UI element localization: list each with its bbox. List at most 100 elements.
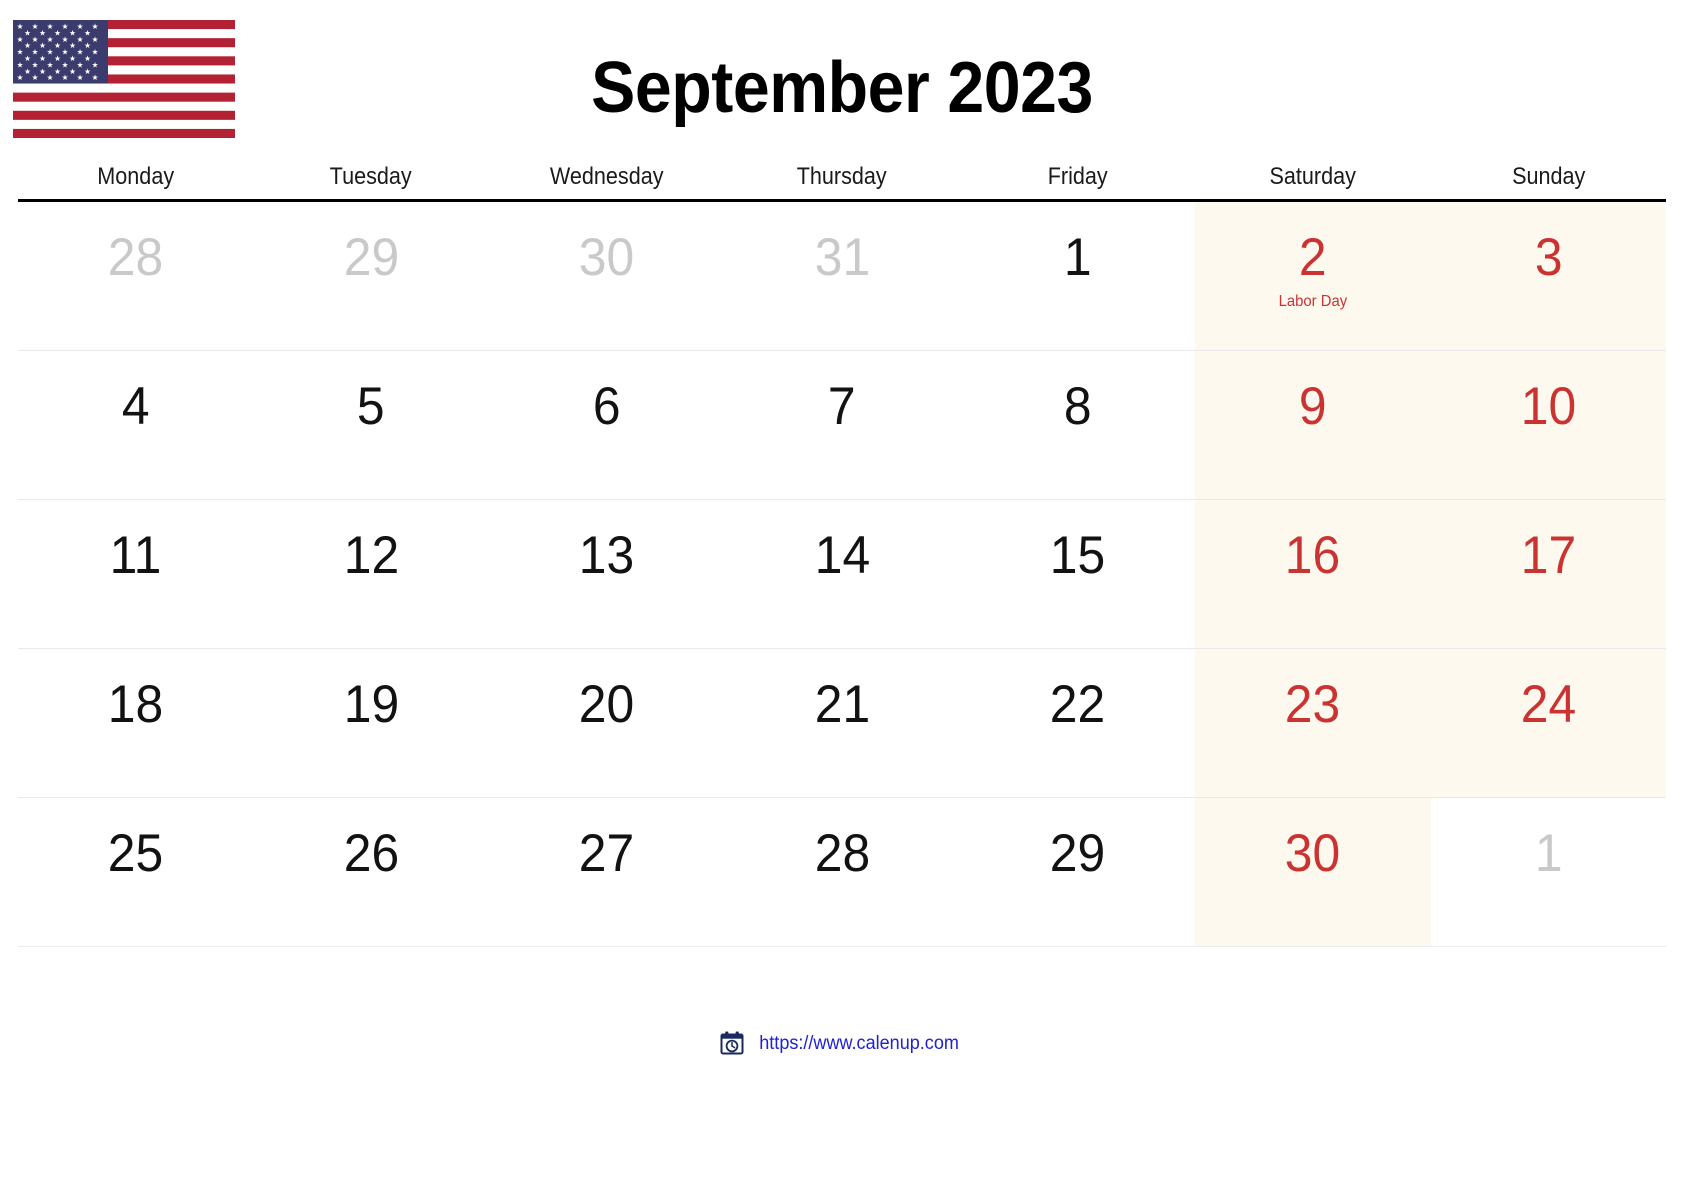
svg-text:★: ★: [24, 41, 31, 50]
svg-text:★: ★: [17, 73, 24, 82]
week-row: 18 19 20 21 22 23 24: [18, 649, 1666, 798]
calendar-page: ★ ★ ★ ★ ★ ★ ★ ★ ★ ★ ★ ★ ★ ★ ★ ★ ★ ★ ★ ★ ★ ★ ★ ★ ★ ★ ★ ★ ★ ★…: [0, 0, 1684, 1191]
day-number: 13: [578, 526, 635, 585]
day-cell[interactable]: 8: [960, 351, 1195, 499]
svg-text:★: ★: [39, 67, 46, 76]
day-number: 21: [814, 675, 870, 734]
weekday-header-wednesday: Wednesday: [549, 163, 664, 190]
weekday-header-monday: Monday: [97, 163, 175, 190]
svg-text:★: ★: [54, 41, 61, 50]
day-cell[interactable]: 6: [489, 351, 724, 499]
day-cell[interactable]: 7: [724, 351, 959, 499]
svg-text:★: ★: [84, 41, 91, 50]
day-number: 29: [1049, 824, 1106, 883]
day-cell[interactable]: 17: [1430, 500, 1666, 648]
weekday-header-tuesday: Tuesday: [330, 163, 413, 190]
day-cell[interactable]: 13: [489, 500, 724, 648]
day-cell[interactable]: 19: [253, 649, 488, 797]
svg-text:★: ★: [47, 22, 54, 31]
holiday-label: Labor Day: [1278, 293, 1348, 311]
day-number: 6: [592, 377, 621, 436]
day-cell[interactable]: 9: [1195, 351, 1431, 499]
svg-text:★: ★: [77, 22, 84, 31]
day-cell[interactable]: 24: [1430, 649, 1666, 797]
day-cell[interactable]: 21: [724, 649, 959, 797]
day-number: 2: [1298, 228, 1327, 287]
day-cell[interactable]: 30: [1195, 798, 1431, 946]
day-cell[interactable]: 20: [489, 649, 724, 797]
day-number: 14: [814, 526, 870, 585]
week-row: 28 29 30 31 1 2 Labor Day 3: [18, 202, 1666, 351]
day-number: 10: [1520, 377, 1576, 436]
day-number: 18: [108, 675, 164, 734]
svg-text:★: ★: [24, 67, 31, 76]
calendar-weeks: 28 29 30 31 1 2 Labor Day 3 4 5 6 7 8 9 10 11 12 13 14 15 16…: [18, 202, 1666, 947]
day-number: 29: [343, 228, 399, 287]
day-number: 8: [1063, 377, 1092, 436]
svg-text:★: ★: [32, 60, 39, 69]
day-cell[interactable]: 11: [18, 500, 253, 648]
weekday-header-saturday: Saturday: [1269, 163, 1357, 190]
svg-text:★: ★: [32, 73, 39, 82]
svg-text:★: ★: [32, 48, 39, 57]
day-number: 9: [1298, 377, 1327, 436]
day-cell[interactable]: 28: [18, 202, 253, 350]
day-number: 4: [121, 377, 150, 436]
day-cell[interactable]: 23: [1195, 649, 1431, 797]
day-cell[interactable]: 10: [1430, 351, 1666, 499]
day-cell[interactable]: 15: [960, 500, 1195, 648]
day-cell[interactable]: 22: [960, 649, 1195, 797]
day-cell[interactable]: 29: [253, 202, 488, 350]
day-cell[interactable]: 1: [1431, 798, 1666, 946]
svg-text:★: ★: [54, 28, 61, 37]
day-number: 20: [578, 675, 635, 734]
page-title: September 2023: [591, 48, 1093, 128]
day-number: 7: [828, 377, 856, 436]
day-cell[interactable]: 18: [18, 649, 253, 797]
svg-text:★: ★: [84, 28, 91, 37]
svg-text:★: ★: [17, 22, 24, 31]
svg-text:★: ★: [24, 28, 31, 37]
day-cell[interactable]: 27: [489, 798, 724, 946]
day-cell[interactable]: 30: [489, 202, 724, 350]
day-cell[interactable]: 4: [18, 351, 253, 499]
svg-text:★: ★: [17, 35, 24, 44]
weekday-header-friday: Friday: [1047, 163, 1108, 190]
day-number: 11: [109, 526, 162, 585]
day-cell[interactable]: 1: [960, 202, 1195, 350]
day-cell[interactable]: 28: [724, 798, 959, 946]
day-cell[interactable]: 5: [253, 351, 488, 499]
day-cell[interactable]: 3: [1430, 202, 1666, 350]
day-number: 1: [1534, 824, 1563, 883]
day-number: 28: [814, 824, 870, 883]
day-cell[interactable]: 29: [960, 798, 1195, 946]
day-number: 25: [108, 824, 164, 883]
svg-text:★: ★: [54, 67, 61, 76]
day-number: 19: [343, 675, 399, 734]
day-number: 17: [1520, 526, 1576, 585]
svg-text:★: ★: [24, 54, 31, 63]
svg-text:★: ★: [32, 35, 39, 44]
day-cell[interactable]: 2 Labor Day: [1195, 202, 1431, 350]
day-number: 23: [1285, 675, 1341, 734]
day-number: 5: [357, 377, 385, 436]
site-url-link[interactable]: https://www.calenup.com: [760, 1034, 960, 1053]
svg-text:★: ★: [77, 35, 84, 44]
svg-text:★: ★: [47, 35, 54, 44]
calendar-grid: Monday Tuesday Wednesday Thursday Friday Satu…: [18, 165, 1666, 947]
day-cell[interactable]: 16: [1195, 500, 1431, 648]
day-cell[interactable]: 14: [724, 500, 959, 648]
day-cell[interactable]: 12: [253, 500, 488, 648]
day-cell[interactable]: 31: [724, 202, 959, 350]
svg-text:★: ★: [47, 60, 54, 69]
svg-text:★: ★: [17, 48, 24, 57]
weekday-header-row: Monday Tuesday Wednesday Thursday Friday Satu…: [18, 165, 1666, 199]
day-number: 30: [1285, 824, 1341, 883]
day-number: 15: [1049, 526, 1106, 585]
week-row: 25 26 27 28 29 30 1: [18, 798, 1666, 947]
svg-text:★: ★: [47, 48, 54, 57]
day-cell[interactable]: 26: [253, 798, 488, 946]
day-number: 24: [1520, 675, 1576, 734]
calendar-clock-icon: [719, 1030, 745, 1056]
day-cell[interactable]: 25: [18, 798, 253, 946]
